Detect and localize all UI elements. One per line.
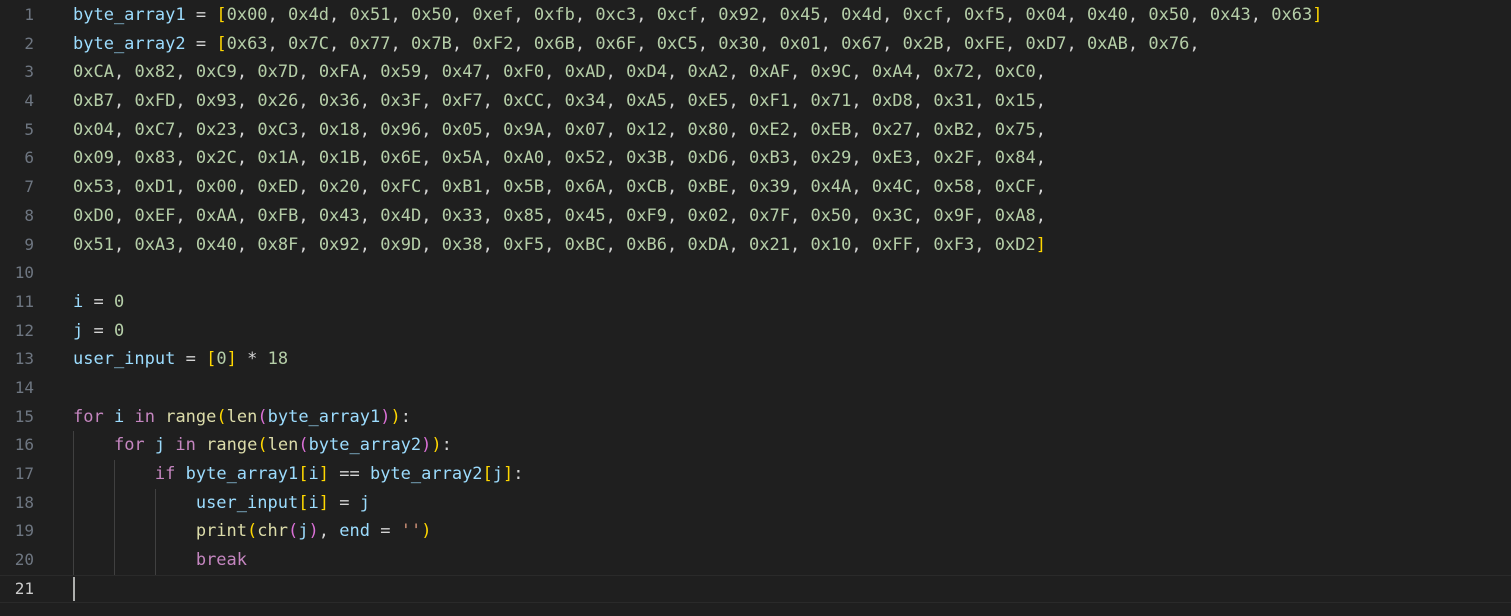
indent-guide xyxy=(73,460,74,489)
code-text[interactable]: 0xCA, 0x82, 0xC9, 0x7D, 0xFA, 0x59, 0x47… xyxy=(73,58,1511,87)
indent-guide xyxy=(73,546,74,575)
line-number: 8 xyxy=(24,205,34,225)
code-text[interactable]: print(chr(j), end = '') xyxy=(73,517,1511,547)
code-text[interactable]: for j in range(len(byte_array2)): xyxy=(73,431,1511,460)
indent-guide xyxy=(113,460,115,489)
code-text[interactable]: user_input = [0] * 18 xyxy=(73,345,1511,374)
code-line[interactable]: 11 i = 0 xyxy=(0,288,1511,317)
code-text[interactable]: break xyxy=(73,546,1511,575)
code-line[interactable]: 14 xyxy=(0,374,1511,403)
code-line[interactable]: 10 xyxy=(0,259,1511,288)
code-text[interactable]: byte_array2 = [0x63, 0x7C, 0x77, 0x7B, 0… xyxy=(73,30,1511,59)
line-number: 13 xyxy=(14,349,34,369)
line-number: 10 xyxy=(14,263,34,283)
code-line[interactable]: 6 0x09, 0x83, 0x2C, 0x1A, 0x1B, 0x6E, 0x5… xyxy=(0,144,1511,173)
indent-guide xyxy=(73,488,74,518)
line-number: 21 xyxy=(14,578,34,598)
code-text[interactable]: j = 0 xyxy=(73,317,1511,346)
code-line[interactable]: 1 byte_array1 = [0x00, 0x4d, 0x51, 0x50, … xyxy=(0,1,1511,30)
code-line[interactable]: 16 for j in range(len(byte_array2)): xyxy=(0,431,1511,460)
line-number: 18 xyxy=(14,492,34,512)
code-line[interactable]: 21 xyxy=(0,575,1511,604)
code-text[interactable]: user_input[i] = j xyxy=(73,488,1511,518)
code-line[interactable]: 15 for i in range(len(byte_array1)): xyxy=(0,403,1511,432)
code-line[interactable]: 17 if byte_array1[i] == byte_array2[j]: xyxy=(0,460,1511,489)
code-line[interactable]: 9 0x51, 0xA3, 0x40, 0x8F, 0x92, 0x9D, 0x3… xyxy=(0,231,1511,260)
code-text[interactable] xyxy=(73,374,1511,403)
line-number: 11 xyxy=(14,291,34,311)
code-text[interactable] xyxy=(73,575,1511,604)
line-number: 4 xyxy=(24,91,34,111)
code-line[interactable]: 19 print(chr(j), end = '') xyxy=(0,517,1511,547)
indent-guide xyxy=(113,517,115,547)
line-number: 16 xyxy=(14,435,34,455)
indent-guide xyxy=(73,431,74,460)
code-line[interactable]: 7 0x53, 0xD1, 0x00, 0xED, 0x20, 0xFC, 0xB… xyxy=(0,173,1511,202)
line-number: 12 xyxy=(14,320,34,340)
indent-guide xyxy=(154,517,156,547)
code-text[interactable]: if byte_array1[i] == byte_array2[j]: xyxy=(73,460,1511,489)
code-line[interactable]: 5 0x04, 0xC7, 0x23, 0xC3, 0x18, 0x96, 0x0… xyxy=(0,116,1511,145)
line-number: 9 xyxy=(24,234,34,254)
line-number: 2 xyxy=(24,33,34,53)
code-text[interactable]: 0x51, 0xA3, 0x40, 0x8F, 0x92, 0x9D, 0x38… xyxy=(73,231,1511,260)
indent-guide xyxy=(113,488,115,518)
code-text[interactable]: 0xB7, 0xFD, 0x93, 0x26, 0x36, 0x3F, 0xF7… xyxy=(73,87,1511,116)
line-number: 3 xyxy=(24,62,34,82)
code-line[interactable]: 8 0xD0, 0xEF, 0xAA, 0xFB, 0x43, 0x4D, 0x3… xyxy=(0,202,1511,231)
code-line[interactable]: 13 user_input = [0] * 18 xyxy=(0,345,1511,374)
code-text[interactable]: for i in range(len(byte_array1)): xyxy=(73,403,1511,432)
line-number: 1 xyxy=(24,5,34,24)
code-text[interactable]: byte_array1 = [0x00, 0x4d, 0x51, 0x50, 0… xyxy=(73,1,1511,30)
code-text[interactable]: 0x09, 0x83, 0x2C, 0x1A, 0x1B, 0x6E, 0x5A… xyxy=(73,144,1511,173)
line-number: 17 xyxy=(14,464,34,483)
line-number: 20 xyxy=(14,550,34,570)
text-cursor xyxy=(73,576,75,601)
code-text[interactable]: 0xD0, 0xEF, 0xAA, 0xFB, 0x43, 0x4D, 0x33… xyxy=(73,202,1511,231)
code-line[interactable]: 12 j = 0 xyxy=(0,317,1511,346)
code-editor[interactable]: 1 byte_array1 = [0x00, 0x4d, 0x51, 0x50, … xyxy=(0,0,1511,616)
code-line[interactable]: 2 byte_array2 = [0x63, 0x7C, 0x77, 0x7B, … xyxy=(0,30,1511,59)
indent-guide xyxy=(73,517,74,547)
line-number: 6 xyxy=(24,148,34,168)
code-text[interactable]: i = 0 xyxy=(73,288,1511,317)
line-number: 19 xyxy=(14,521,34,541)
indent-guide xyxy=(113,546,115,575)
line-number: 14 xyxy=(14,377,34,397)
code-text[interactable]: 0x53, 0xD1, 0x00, 0xED, 0x20, 0xFC, 0xB1… xyxy=(73,173,1511,202)
line-number: 5 xyxy=(24,119,34,139)
line-number: 7 xyxy=(24,177,34,197)
code-line[interactable]: 18 user_input[i] = j xyxy=(0,488,1511,518)
code-line[interactable]: 4 0xB7, 0xFD, 0x93, 0x26, 0x36, 0x3F, 0xF… xyxy=(0,87,1511,116)
code-line[interactable]: 3 0xCA, 0x82, 0xC9, 0x7D, 0xFA, 0x59, 0x4… xyxy=(0,58,1511,87)
code-text[interactable] xyxy=(73,259,1511,288)
code-text[interactable]: 0x04, 0xC7, 0x23, 0xC3, 0x18, 0x96, 0x05… xyxy=(73,116,1511,145)
code-line[interactable]: 20 break xyxy=(0,546,1511,575)
indent-guide xyxy=(154,488,156,518)
line-number: 15 xyxy=(14,406,34,426)
indent-guide xyxy=(154,546,156,575)
